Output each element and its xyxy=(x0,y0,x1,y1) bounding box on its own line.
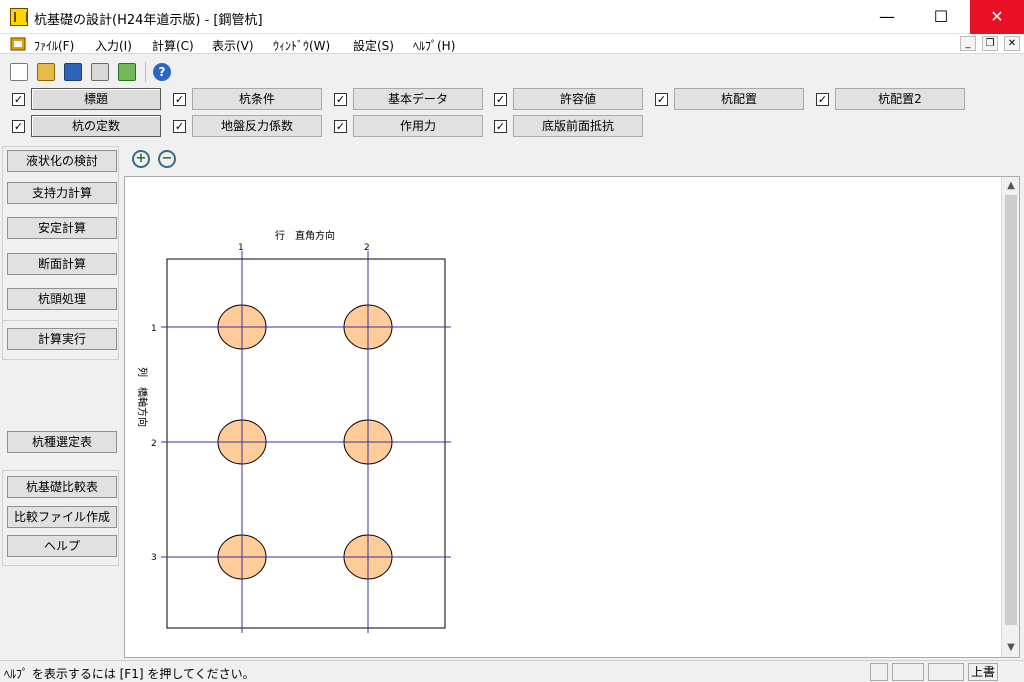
panel-button-title[interactable]: 標題 xyxy=(31,88,161,110)
zoom-toolbar: + − xyxy=(124,148,244,170)
checkbox-title[interactable]: ✓ xyxy=(12,93,25,106)
col-number-1: 1 xyxy=(151,324,157,334)
row-number-1: 1 xyxy=(238,243,244,253)
scroll-down-icon[interactable]: ▼ xyxy=(1002,639,1020,656)
col-axis-label: 列 橋軸方向 xyxy=(136,367,149,427)
pile-head-button[interactable]: 杭頭処理 xyxy=(7,288,117,310)
left-panel: 液状化の検討 支持力計算 安定計算 断面計算 杭頭処理 計算実行 杭種選定表 杭… xyxy=(0,144,122,658)
col-number-3: 3 xyxy=(151,553,157,563)
pile-type-table-button[interactable]: 杭種選定表 xyxy=(7,431,117,453)
document-menu-icon[interactable] xyxy=(10,36,26,52)
zoom-out-icon[interactable]: − xyxy=(158,150,176,168)
minimize-button[interactable]: — xyxy=(864,0,910,34)
panel-button-pile-layout-2[interactable]: 杭配置2 xyxy=(835,88,965,110)
row-axis-label: 行 直角方向 xyxy=(275,229,335,242)
print-icon[interactable] xyxy=(91,63,109,81)
close-button[interactable]: ✕ xyxy=(970,0,1024,34)
footing-outline xyxy=(166,258,446,629)
status-cell-1 xyxy=(870,663,888,681)
status-cell-3 xyxy=(928,663,964,681)
status-help-text: ﾍﾙﾌﾟ を表示するには [F1] を押してください。 xyxy=(4,667,255,681)
edit-icon[interactable] xyxy=(118,63,136,81)
grid-lines xyxy=(161,251,451,633)
pile-layout-drawing: 行 直角方向 列 橋軸方向 1 2 1 2 3 xyxy=(136,229,451,633)
menu-file[interactable]: ﾌｧｲﾙ(F) xyxy=(34,37,74,54)
pile-compare-table-button[interactable]: 杭基礎比較表 xyxy=(7,476,117,498)
mdi-minimize-button[interactable]: _ xyxy=(960,36,976,51)
menu-help[interactable]: ﾍﾙﾌﾟ(H) xyxy=(413,37,455,54)
panel-button-pile-conditions[interactable]: 杭条件 xyxy=(192,88,322,110)
status-bar: ﾍﾙﾌﾟ を表示するには [F1] を押してください。 上書 xyxy=(0,660,1024,682)
panel-button-pile-layout[interactable]: 杭配置 xyxy=(674,88,804,110)
menu-bar: ﾌｧｲﾙ(F) 入力(I) 計算(C) 表示(V) ｳｨﾝﾄﾞｳ(W) 設定(S… xyxy=(0,34,1024,54)
save-icon[interactable] xyxy=(64,63,82,81)
zoom-in-icon[interactable]: + xyxy=(132,150,150,168)
menu-input[interactable]: 入力(I) xyxy=(95,37,132,54)
checkbox-allowable[interactable]: ✓ xyxy=(494,93,507,106)
window-title: 杭基礎の設計(H24年道示版) - [鋼管杭] xyxy=(34,13,263,28)
scroll-thumb[interactable] xyxy=(1005,195,1017,625)
open-icon[interactable] xyxy=(37,63,55,81)
menu-calc[interactable]: 計算(C) xyxy=(152,37,194,54)
help-icon[interactable]: ? xyxy=(153,63,171,81)
panel-button-footing-front-resistance[interactable]: 底版前面抵抗 xyxy=(513,115,643,137)
bearing-capacity-button[interactable]: 支持力計算 xyxy=(7,182,117,204)
panel-button-subgrade-reaction[interactable]: 地盤反力係数 xyxy=(192,115,322,137)
mdi-close-button[interactable]: ✕ xyxy=(1004,36,1020,51)
stability-calc-button[interactable]: 安定計算 xyxy=(7,217,117,239)
checkbox-basic-data[interactable]: ✓ xyxy=(334,93,347,106)
checkbox-pile-constants[interactable]: ✓ xyxy=(12,120,25,133)
checkbox-pile-layout[interactable]: ✓ xyxy=(655,93,668,106)
compare-file-button[interactable]: 比較ファイル作成 xyxy=(7,506,117,528)
menu-view[interactable]: 表示(V) xyxy=(212,37,254,54)
status-mode: 上書 xyxy=(968,663,998,681)
panel-button-basic-data[interactable]: 基本データ xyxy=(353,88,483,110)
app-icon xyxy=(10,8,28,26)
col-number-2: 2 xyxy=(151,439,157,449)
status-cell-2 xyxy=(892,663,924,681)
maximize-button[interactable]: ☐ xyxy=(918,0,964,34)
checkbox-subgrade-reaction[interactable]: ✓ xyxy=(173,120,186,133)
checkbox-footing-front-resistance[interactable]: ✓ xyxy=(494,120,507,133)
panel-button-acting-force[interactable]: 作用力 xyxy=(353,115,483,137)
menu-window[interactable]: ｳｨﾝﾄﾞｳ(W) xyxy=(273,37,330,54)
section-calc-button[interactable]: 断面計算 xyxy=(7,253,117,275)
mdi-restore-button[interactable]: ❐ xyxy=(982,36,998,51)
run-calc-button[interactable]: 計算実行 xyxy=(7,328,117,350)
toolbar: ? xyxy=(0,56,1024,86)
vertical-scrollbar[interactable]: ▲ ▼ xyxy=(1001,177,1019,657)
row-number-2: 2 xyxy=(364,243,370,253)
help-button[interactable]: ヘルプ xyxy=(7,535,117,557)
panel-button-allowable[interactable]: 許容値 xyxy=(513,88,643,110)
title-bar: 杭基礎の設計(H24年道示版) - [鋼管杭] — ☐ ✕ xyxy=(0,0,1024,34)
panel-button-pile-constants[interactable]: 杭の定数 xyxy=(31,115,161,137)
panel-row-2: ✓ 杭の定数 ✓ 地盤反力係数 ✓ 作用力 ✓ 底版前面抵抗 xyxy=(0,114,1024,138)
drawing-canvas: 行 直角方向 列 橋軸方向 1 2 1 2 3 ▲ ▼ xyxy=(124,176,1020,658)
liquefaction-button[interactable]: 液状化の検討 xyxy=(7,150,117,172)
toolbar-separator xyxy=(145,62,146,82)
checkbox-pile-layout-2[interactable]: ✓ xyxy=(816,93,829,106)
scroll-up-icon[interactable]: ▲ xyxy=(1002,177,1020,194)
menu-settings[interactable]: 設定(S) xyxy=(353,37,394,54)
panel-row-1: ✓ 標題 ✓ 杭条件 ✓ 基本データ ✓ 許容値 ✓ 杭配置 ✓ 杭配置2 xyxy=(0,87,1024,111)
new-icon[interactable] xyxy=(10,63,28,81)
checkbox-pile-conditions[interactable]: ✓ xyxy=(173,93,186,106)
checkbox-acting-force[interactable]: ✓ xyxy=(334,120,347,133)
